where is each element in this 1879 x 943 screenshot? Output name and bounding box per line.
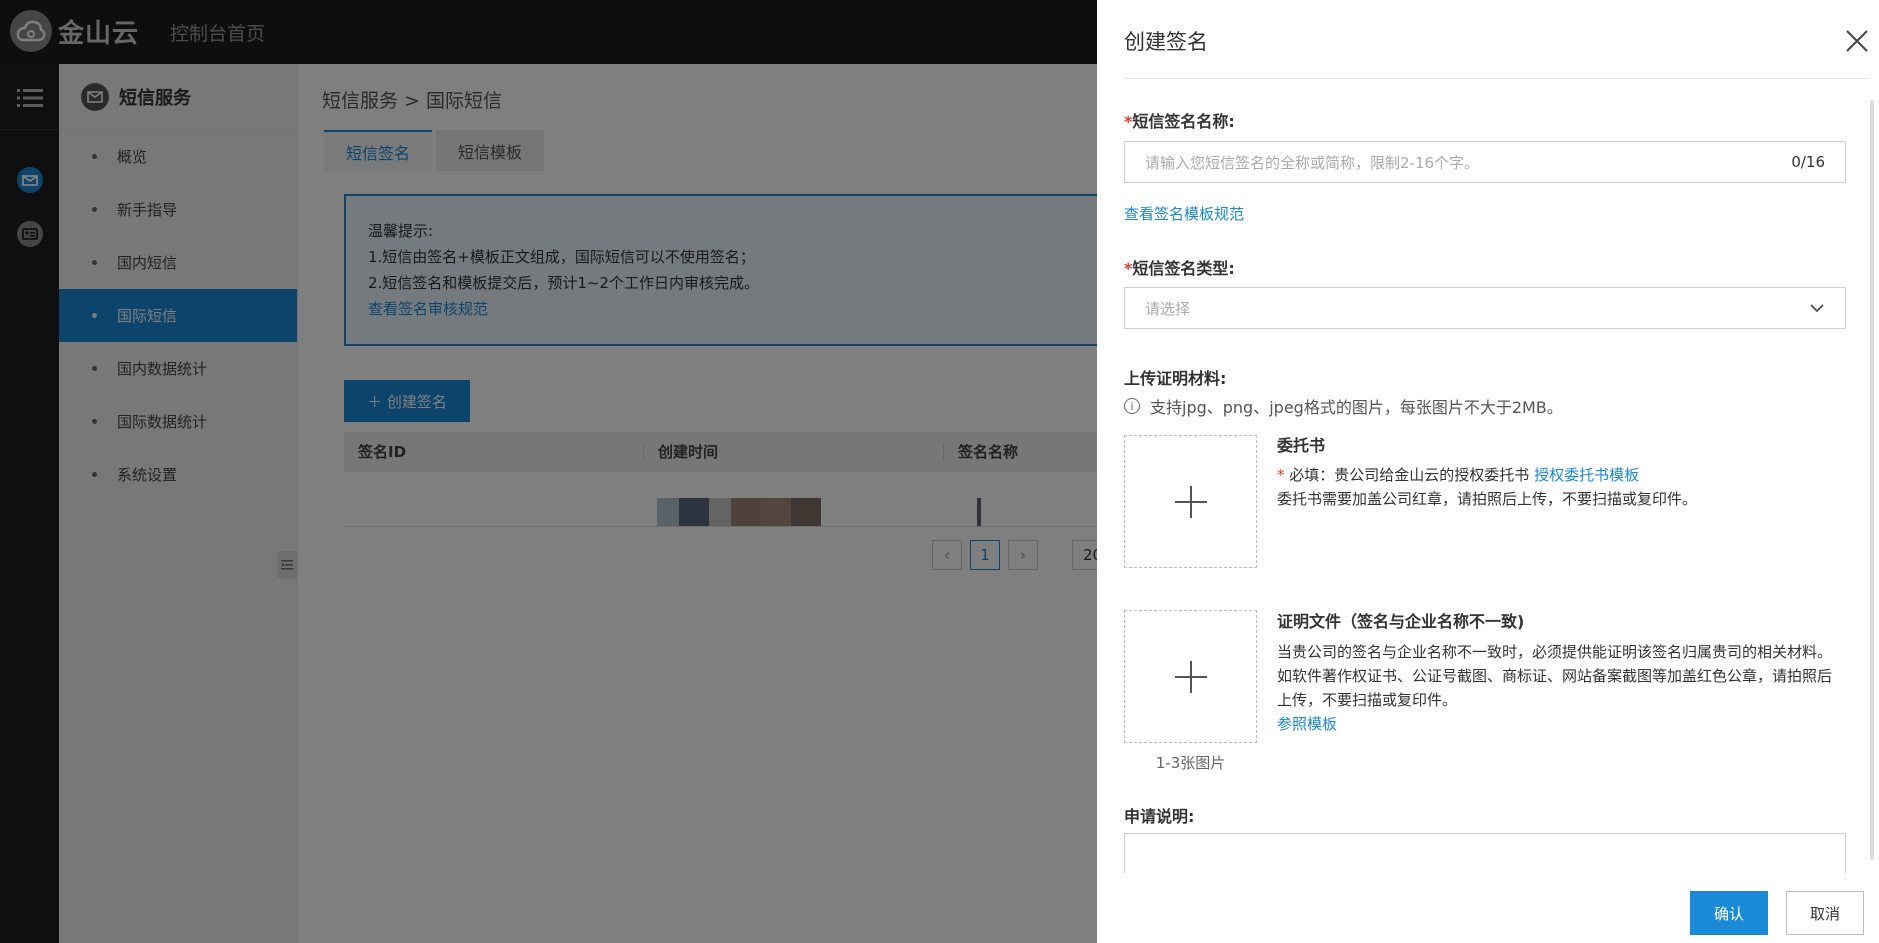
plus-icon: [1174, 485, 1207, 518]
image-count-caption: 1-3张图片: [1155, 754, 1226, 772]
signature-type-select[interactable]: 请选择: [1124, 287, 1846, 329]
char-counter: 0/16: [1791, 153, 1825, 171]
proof-title: 证明文件（签名与企业名称不一致): [1277, 612, 1525, 631]
proxy-upload-box[interactable]: [1124, 435, 1257, 568]
info-icon: i: [1124, 398, 1140, 414]
upload-hint: i 支持jpg、png、jpeg格式的图片，每张图片不大于2MB。: [1124, 394, 1563, 418]
create-signature-drawer: 创建签名 *短信签名名称: 请输入您短信签名的全称或简称，限制2-16个字。 0…: [1097, 0, 1879, 943]
proof-upload-box[interactable]: [1124, 610, 1257, 743]
proxy-title: 委托书: [1277, 436, 1326, 455]
remark-label: 申请说明:: [1124, 807, 1195, 826]
proxy-template-link[interactable]: 授权委托书模板: [1534, 466, 1639, 484]
cancel-button[interactable]: 取消: [1786, 891, 1864, 935]
chevron-down-icon: [1810, 304, 1824, 313]
proof-text: 当贵公司的签名与企业名称不一致时，必须提供能证明该签名归属贵司的相关材料。如软件…: [1277, 643, 1833, 709]
confirm-button[interactable]: 确认: [1690, 891, 1768, 935]
proxy-description: * 必填：贵公司给金山云的授权委托书 授权委托书模板 委托书需要加盖公司红章，请…: [1277, 463, 1837, 511]
signature-name-label: *短信签名名称:: [1124, 108, 1235, 132]
input-placeholder: 请输入您短信签名的全称或简称，限制2-16个字。: [1145, 153, 1480, 172]
plus-icon: [1174, 660, 1207, 693]
divider: [1124, 78, 1869, 79]
signature-type-label: *短信签名类型:: [1124, 255, 1235, 279]
upload-label: 上传证明材料:: [1124, 369, 1227, 388]
reference-template-link[interactable]: 参照模板: [1277, 715, 1337, 733]
hint-text: 支持jpg、png、jpeg格式的图片，每张图片不大于2MB。: [1150, 398, 1563, 417]
remark-textarea[interactable]: [1124, 833, 1846, 873]
drawer-title: 创建签名: [1124, 30, 1208, 54]
select-placeholder: 请选择: [1145, 299, 1191, 318]
close-icon[interactable]: [1844, 28, 1870, 54]
label-text: 短信签名类型:: [1132, 259, 1235, 278]
required-mark: *: [1277, 466, 1285, 484]
signature-name-input[interactable]: 请输入您短信签名的全称或简称，限制2-16个字。 0/16: [1124, 141, 1846, 183]
template-rules-link[interactable]: 查看签名模板规范: [1124, 203, 1244, 224]
label-text: 短信签名名称:: [1132, 112, 1235, 131]
proxy-required-text: 必填：贵公司给金山云的授权委托书: [1289, 466, 1530, 484]
proxy-note: 委托书需要加盖公司红章，请拍照后上传，不要扫描或复印件。: [1277, 490, 1698, 508]
proof-description: 当贵公司的签名与企业名称不一致时，必须提供能证明该签名归属贵司的相关材料。如软件…: [1277, 640, 1837, 736]
scrollbar[interactable]: [1870, 100, 1874, 860]
